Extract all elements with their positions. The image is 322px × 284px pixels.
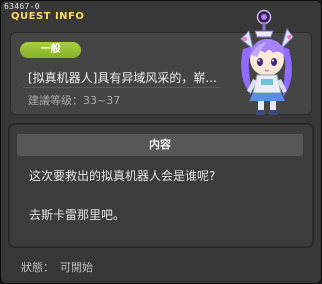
quest-name: [拟真机器人]具有异域风采的，崭... — [28, 71, 216, 85]
quest-level-label: 建議等级： — [28, 94, 83, 107]
quest-info-window: 63467-0 QUEST INFO 一般 [拟真机器人]具有异域风采的，崭..… — [0, 0, 322, 284]
window-id: 63467-0 — [4, 2, 40, 11]
quest-divider — [23, 87, 221, 88]
npc-portrait — [240, 9, 294, 115]
content-line-2: 去斯卡雷那里吧。 — [29, 208, 126, 222]
quest-level-range: 33~37 — [83, 94, 121, 107]
quest-category-badge: 一般 — [20, 42, 81, 58]
quest-status: 狀態： 可開始 — [21, 259, 93, 275]
window-title: QUEST INFO — [11, 11, 85, 22]
npc-headpiece — [254, 9, 274, 38]
status-value: 可開始 — [60, 261, 93, 274]
content-header: 内容 — [17, 134, 303, 156]
status-label: 狀態： — [21, 261, 54, 274]
content-line-1: 这次要救出的拟真机器人会是谁呢? — [29, 169, 216, 183]
quest-level: 建議等级：33~37 — [28, 92, 120, 108]
